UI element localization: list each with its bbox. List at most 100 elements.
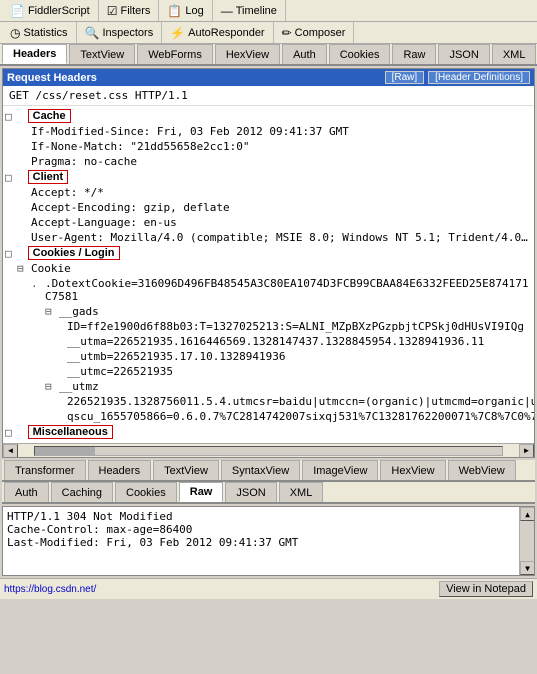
group-misc-header: □ Miscellaneous [3, 424, 534, 440]
scroll-right-arrow[interactable]: ► [519, 444, 534, 458]
toolbar-timeline[interactable]: — Timeline [213, 0, 286, 21]
toolbar-timeline-label: Timeline [236, 5, 277, 17]
group-client-header: □ Client [3, 169, 534, 185]
request-line: GET /css/reset.css HTTP/1.1 [3, 86, 534, 106]
horizontal-scrollbar[interactable]: ◄ ► [3, 443, 534, 457]
log-icon: 📋 [167, 4, 182, 18]
toolbar-fiddlerscript[interactable]: 📄 FiddlerScript [2, 0, 99, 21]
tree-expand-client: □ [5, 171, 12, 184]
tab-headers2[interactable]: Headers [88, 460, 152, 480]
cookie-utmz-value1: 226521935.1328756011.5.4.utmcsr=baidu|ut… [3, 394, 534, 409]
toolbar-composer[interactable]: ✏ Composer [274, 22, 355, 43]
client-accept-encoding: Accept-Encoding: gzip, deflate [3, 200, 534, 215]
toolbar-filters-label: Filters [120, 5, 150, 17]
toolbar-composer-label: Composer [295, 27, 346, 39]
tab-textview2[interactable]: TextView [153, 460, 219, 480]
tab-imageview[interactable]: ImageView [302, 460, 378, 480]
tab-cookies2[interactable]: Cookies [115, 482, 177, 502]
cookie-utmc: __utmc=226521935 [3, 364, 534, 379]
tab-raw[interactable]: Raw [392, 44, 436, 64]
statistics-icon: ◷ [10, 26, 20, 40]
tab-hexview[interactable]: HexView [215, 44, 280, 64]
tab-caching[interactable]: Caching [51, 482, 113, 502]
inspectors-icon: 🔍 [85, 26, 100, 40]
cache-if-modified-since: If-Modified-Since: Fri, 03 Feb 2012 09:4… [3, 124, 534, 139]
cookie-utmz-label: __utmz [59, 380, 534, 393]
cookie-gads-id: ID=ff2e1900d6f88b03:T=1327025213:S=ALNI_… [3, 319, 534, 334]
group-label-misc: Miscellaneous [28, 425, 113, 439]
cookie-utmb: __utmb=226521935.17.10.1328941936 [3, 349, 534, 364]
tab-webview[interactable]: WebView [448, 460, 516, 480]
main-content-area: Request Headers [Raw] [Header Definition… [2, 68, 535, 458]
toggle-gads[interactable]: ⊟ [45, 305, 59, 318]
bottom-text-area: HTTP/1.1 304 Not Modified Cache-Control:… [2, 506, 535, 576]
client-accept: Accept: */* [3, 185, 534, 200]
request-headers-title-bar: Request Headers [Raw] [Header Definition… [3, 69, 534, 86]
toolbar-log-label: Log [185, 5, 203, 17]
filters-icon: ☑ [107, 4, 118, 18]
toolbar-log[interactable]: 📋 Log [159, 0, 212, 21]
composer-icon: ✏ [282, 26, 292, 40]
tab-xml2[interactable]: XML [279, 482, 324, 502]
raw-button[interactable]: [Raw] [385, 71, 425, 84]
tab-json[interactable]: JSON [438, 44, 489, 64]
autoresponder-icon: ⚡ [170, 26, 185, 40]
toggle-dottext[interactable]: . [31, 277, 45, 290]
tab-cookies[interactable]: Cookies [329, 44, 391, 64]
cache-pragma: Pragma: no-cache [3, 154, 534, 169]
tab-syntaxview[interactable]: SyntaxView [221, 460, 300, 480]
tab-webforms[interactable]: WebForms [137, 44, 213, 64]
group-cache-header: □ Cache [3, 108, 534, 124]
toolbar-statistics-label: Statistics [23, 27, 67, 39]
cookie-utma: __utma=226521935.1616446569.1328147437.1… [3, 334, 534, 349]
bottom-scroll-down[interactable]: ▼ [520, 561, 535, 575]
request-headers-title: Request Headers [7, 72, 97, 84]
toolbar-inspectors-label: Inspectors [102, 27, 153, 39]
bottom-tab-bar-2: Auth Caching Cookies Raw JSON XML [2, 482, 535, 504]
scroll-left-arrow[interactable]: ◄ [3, 444, 18, 458]
group-label-cache: Cache [28, 109, 71, 123]
toggle-cookie-root[interactable]: ⊟ [17, 262, 31, 275]
toolbar-autoresponder-label: AutoResponder [188, 27, 264, 39]
client-user-agent: User-Agent: Mozilla/4.0 (compatible; MSI… [3, 230, 534, 245]
toggle-utmz[interactable]: ⊟ [45, 380, 59, 393]
tab-auth[interactable]: Auth [282, 44, 327, 64]
fiddlerscript-icon: 📄 [10, 4, 25, 18]
group-label-cookies: Cookies / Login [28, 246, 120, 260]
toolbar-inspectors[interactable]: 🔍 Inspectors [77, 22, 163, 43]
scroll-track[interactable] [34, 446, 503, 456]
toolbar-statistics[interactable]: ◷ Statistics [2, 22, 77, 43]
cookie-dottext-value: .DotextCookie=316096D496FB48545A3C80EA10… [45, 277, 534, 303]
bottom-text-content: HTTP/1.1 304 Not Modified Cache-Control:… [7, 510, 530, 549]
tab-textview[interactable]: TextView [69, 44, 135, 64]
content-scroll[interactable]: □ Cache If-Modified-Since: Fri, 03 Feb 2… [3, 106, 534, 443]
cookie-utmz-value2: qscu_1655705866=0.6.0.7%7C2814742007sixq… [3, 409, 534, 424]
cookie-root: ⊟ Cookie [3, 261, 534, 276]
cookie-root-label: Cookie [31, 262, 534, 275]
tab-headers[interactable]: Headers [2, 44, 67, 64]
bottom-scroll-track[interactable] [520, 521, 534, 561]
tab-json2[interactable]: JSON [225, 482, 276, 502]
url-text: https://blog.csdn.net/ [4, 584, 439, 595]
tab-hexview2[interactable]: HexView [380, 460, 445, 480]
bottom-scroll-up[interactable]: ▲ [520, 507, 535, 521]
cookie-gads: ⊟ __gads [3, 304, 534, 319]
header-defs-button[interactable]: [Header Definitions] [428, 71, 530, 84]
toolbar-filters[interactable]: ☑ Filters [99, 0, 160, 21]
bottom-text-scrollbar[interactable]: ▲ ▼ [519, 507, 534, 575]
cookie-utmz: ⊟ __utmz [3, 379, 534, 394]
tab-transformer[interactable]: Transformer [4, 460, 86, 480]
group-label-client: Client [28, 170, 69, 184]
tree-expand-cookies: □ [5, 247, 12, 260]
title-buttons: [Raw] [Header Definitions] [385, 71, 530, 84]
toolbar-autoresponder[interactable]: ⚡ AutoResponder [162, 22, 273, 43]
notepad-bar: https://blog.csdn.net/ View in Notepad [0, 578, 537, 599]
scroll-thumb [35, 447, 95, 455]
tab-xml[interactable]: XML [492, 44, 537, 64]
second-toolbar: ◷ Statistics 🔍 Inspectors ⚡ AutoResponde… [0, 22, 537, 44]
tab-raw2[interactable]: Raw [179, 482, 224, 502]
bottom-tab-bar-1: Transformer Headers TextView SyntaxView … [2, 460, 535, 482]
tab-auth2[interactable]: Auth [4, 482, 49, 502]
group-cookies-header: □ Cookies / Login [3, 245, 534, 261]
view-in-notepad-button[interactable]: View in Notepad [439, 581, 533, 597]
